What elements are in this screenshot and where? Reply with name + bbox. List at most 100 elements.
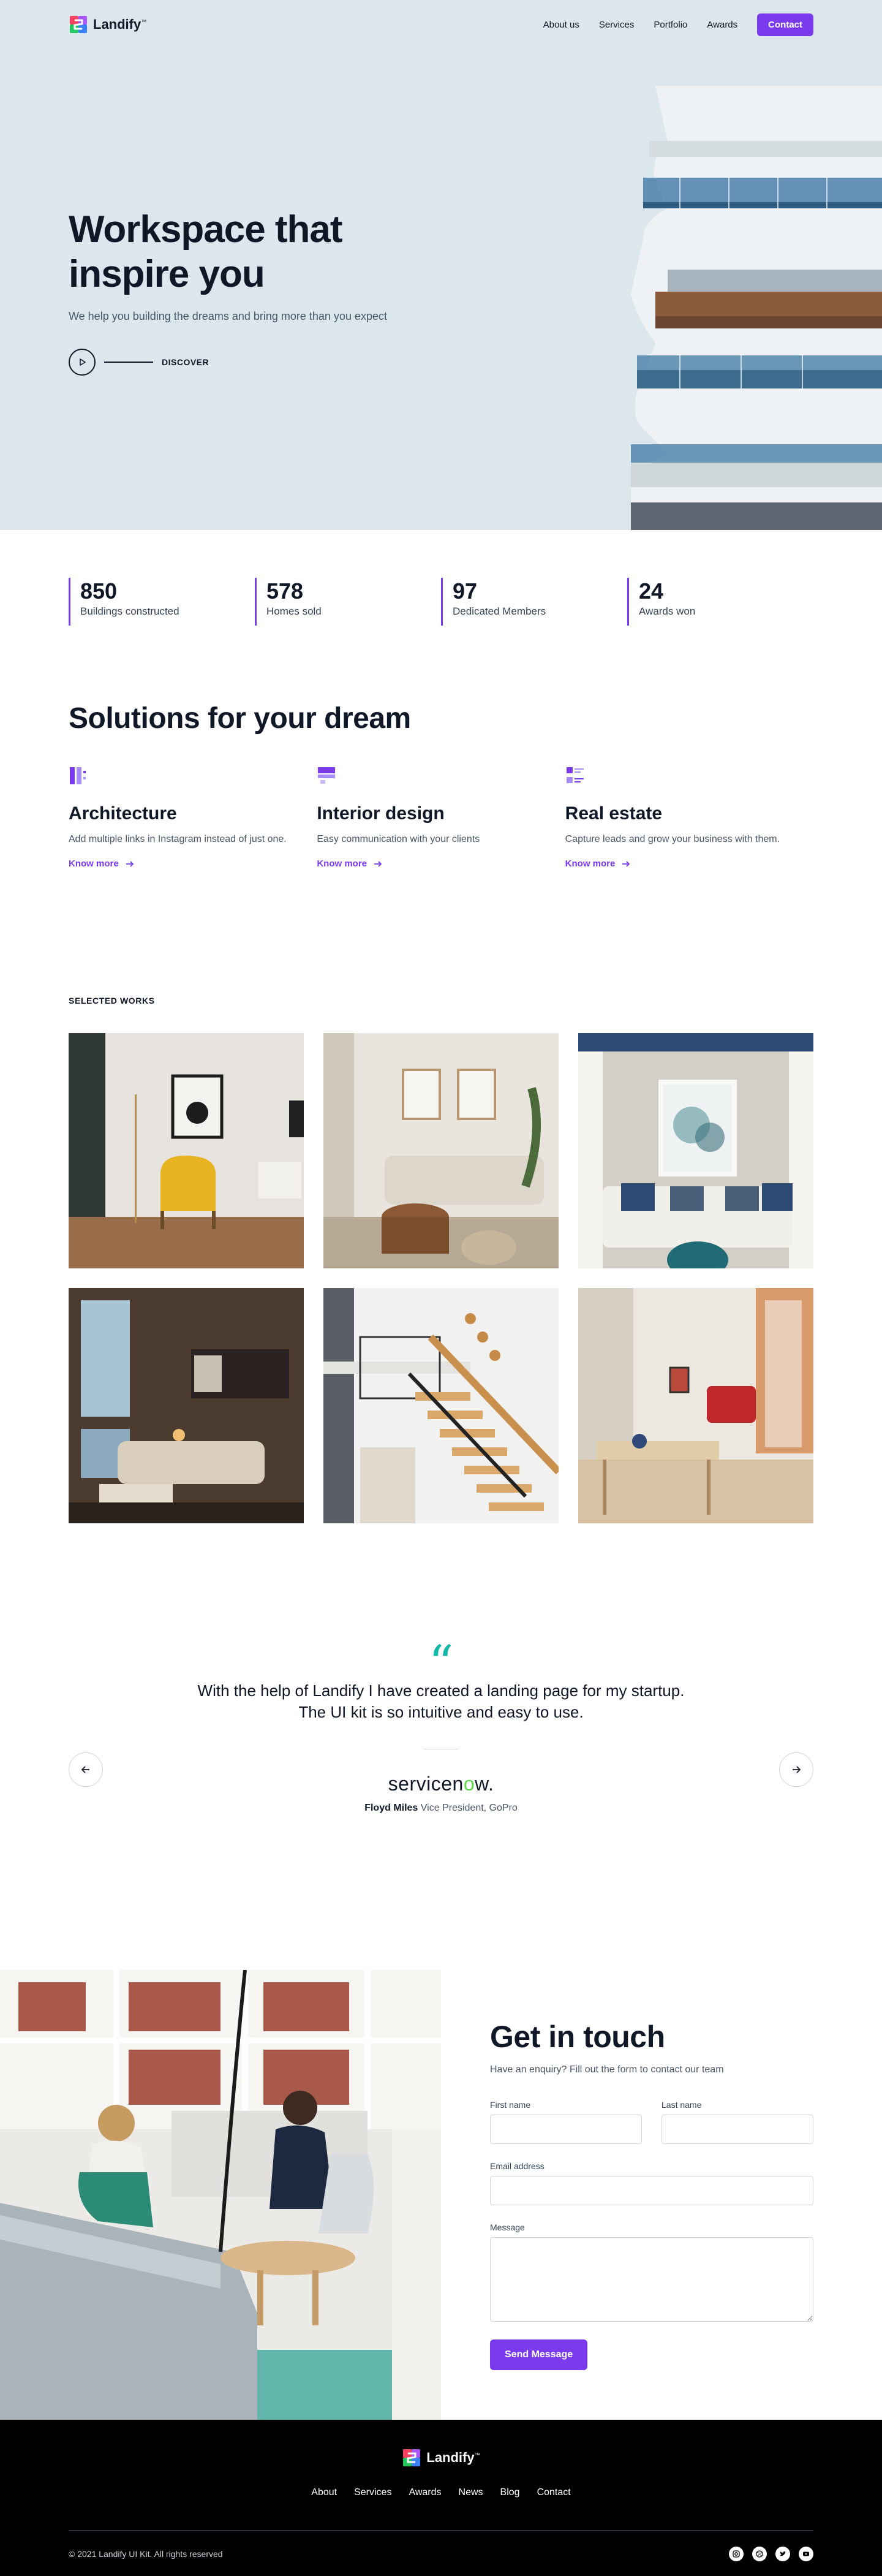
stat-value: 97 bbox=[453, 578, 478, 604]
main-nav: About us Services Portfolio Awards Conta… bbox=[543, 13, 813, 36]
nav-services[interactable]: Services bbox=[599, 20, 635, 30]
arrow-left-icon bbox=[81, 1766, 89, 1773]
nav-about-us[interactable]: About us bbox=[543, 20, 579, 30]
hero-title: Workspace that inspire you bbox=[69, 208, 343, 296]
footer-link-awards[interactable]: Awards bbox=[409, 2487, 441, 2498]
author-role: Vice President, GoPro bbox=[420, 1803, 518, 1814]
dribbble-icon[interactable] bbox=[752, 2547, 767, 2561]
contact-subtitle: Have an enquiry? Fill out the form to co… bbox=[490, 2064, 724, 2075]
site-header: Landify™ About us Services Portfolio Awa… bbox=[0, 0, 882, 49]
landify-logo-icon bbox=[403, 2449, 421, 2466]
footer-brand-logo[interactable]: Landify™ bbox=[69, 2420, 813, 2468]
feature-interior-design: Interior design Easy communication with … bbox=[317, 766, 565, 869]
brand-logo[interactable]: Landify™ bbox=[69, 15, 146, 34]
footer-link-about[interactable]: About bbox=[311, 2487, 337, 2498]
stat-value: 578 bbox=[266, 578, 304, 604]
stat-label: Awards won bbox=[639, 605, 696, 618]
send-message-button[interactable]: Send Message bbox=[490, 2339, 588, 2370]
footer-link-services[interactable]: Services bbox=[354, 2487, 391, 2498]
stat-value: 24 bbox=[639, 578, 664, 604]
quote-icon: “ bbox=[428, 1635, 454, 1692]
stat-buildings: 850 Buildings constructed bbox=[69, 578, 255, 626]
twitter-icon[interactable] bbox=[775, 2547, 790, 2561]
nav-portfolio[interactable]: Portfolio bbox=[654, 20, 687, 30]
feature-desc: Capture leads and grow your business wit… bbox=[565, 834, 780, 844]
site-footer: Landify™ About Services Awards News Blog… bbox=[0, 2420, 882, 2576]
contact-title: Get in touch bbox=[490, 2020, 665, 2054]
discover-line bbox=[104, 362, 153, 363]
works-section: SELECTED WORKS bbox=[0, 996, 882, 1627]
stat-homes: 578 Homes sold bbox=[255, 578, 441, 626]
solutions-section: Solutions for your dream Architecture Ad… bbox=[0, 695, 882, 996]
work-blue-pillows-room[interactable] bbox=[578, 1033, 813, 1268]
footer-nav: About Services Awards News Blog Contact bbox=[69, 2487, 813, 2498]
instagram-icon[interactable] bbox=[729, 2547, 744, 2561]
email-label: Email address bbox=[490, 2161, 545, 2171]
author-name: Floyd Miles bbox=[364, 1803, 418, 1814]
feature-title: Real estate bbox=[565, 803, 663, 824]
arrow-right-icon bbox=[622, 860, 630, 867]
email-field: Email address bbox=[490, 2161, 813, 2205]
know-more-link[interactable]: Know more bbox=[317, 858, 565, 869]
arrow-right-icon bbox=[126, 860, 134, 867]
feature-real-estate: Real estate Capture leads and grow your … bbox=[565, 766, 813, 869]
last-name-field: Last name bbox=[662, 2100, 813, 2144]
hero-content: Workspace that inspire you We help you bu… bbox=[69, 207, 461, 376]
testimonial-author: Floyd Miles Vice President, GoPro bbox=[0, 1803, 882, 1814]
stat-value: 850 bbox=[80, 578, 118, 604]
contact-button[interactable]: Contact bbox=[757, 13, 813, 36]
work-wooden-staircase[interactable] bbox=[323, 1288, 559, 1523]
hero-section: Workspace that inspire you We help you bu… bbox=[0, 0, 882, 530]
youtube-icon[interactable] bbox=[799, 2547, 813, 2561]
next-testimonial-button[interactable] bbox=[779, 1752, 813, 1787]
discover-label[interactable]: DISCOVER bbox=[162, 357, 209, 367]
feature-desc: Add multiple links in Instagram instead … bbox=[69, 834, 287, 844]
stat-members: 97 Dedicated Members bbox=[441, 578, 627, 626]
last-name-label: Last name bbox=[662, 2100, 702, 2110]
play-icon[interactable] bbox=[69, 349, 96, 376]
copyright: © 2021 Landify UI Kit. All rights reserv… bbox=[69, 2549, 223, 2559]
discover-control[interactable]: DISCOVER bbox=[69, 349, 461, 376]
name-row: First name Last name bbox=[490, 2100, 813, 2144]
footer-bottom: © 2021 Landify UI Kit. All rights reserv… bbox=[69, 2547, 813, 2561]
feature-architecture: Architecture Add multiple links in Insta… bbox=[69, 766, 317, 869]
email-input[interactable] bbox=[490, 2176, 813, 2205]
works-grid bbox=[69, 1033, 813, 1523]
know-more-link[interactable]: Know more bbox=[565, 858, 813, 869]
message-textarea[interactable] bbox=[490, 2237, 813, 2322]
hero-subtitle: We help you building the dreams and brin… bbox=[69, 310, 387, 323]
footer-link-news[interactable]: News bbox=[459, 2487, 483, 2498]
footer-link-contact[interactable]: Contact bbox=[537, 2487, 571, 2498]
footer-divider bbox=[69, 2530, 813, 2531]
first-name-label: First name bbox=[490, 2100, 531, 2110]
first-name-input[interactable] bbox=[490, 2115, 642, 2144]
works-label: SELECTED WORKS bbox=[69, 996, 155, 1006]
feature-desc: Easy communication with your clients bbox=[317, 834, 480, 844]
columns-icon bbox=[70, 767, 86, 784]
work-loft-living-room[interactable] bbox=[69, 1288, 304, 1523]
know-more-link[interactable]: Know more bbox=[69, 858, 317, 869]
contact-form: Get in touch Have an enquiry? Fill out t… bbox=[441, 1970, 882, 2420]
last-name-input[interactable] bbox=[662, 2115, 813, 2144]
work-yellow-chair-room[interactable] bbox=[69, 1033, 304, 1268]
solutions-title: Solutions for your dream bbox=[69, 702, 411, 735]
previous-testimonial-button[interactable] bbox=[69, 1752, 103, 1787]
arrow-right-icon bbox=[793, 1766, 801, 1773]
testimonial-quote: With the help of Landify I have created … bbox=[197, 1681, 685, 1722]
stat-label: Homes sold bbox=[266, 605, 322, 618]
list-icon bbox=[566, 767, 584, 783]
nav-awards[interactable]: Awards bbox=[707, 20, 737, 30]
features-list: Architecture Add multiple links in Insta… bbox=[69, 766, 813, 869]
brand-name: Landify™ bbox=[93, 17, 147, 32]
building-image bbox=[631, 86, 882, 530]
work-red-chair-dining[interactable] bbox=[578, 1288, 813, 1523]
footer-link-blog[interactable]: Blog bbox=[500, 2487, 520, 2498]
message-label: Message bbox=[490, 2222, 525, 2232]
brand-name: Landify™ bbox=[426, 2450, 480, 2465]
company-logo: servicenow. bbox=[388, 1773, 494, 1795]
first-name-field: First name bbox=[490, 2100, 642, 2144]
stats-section: 850 Buildings constructed 578 Homes sold… bbox=[0, 530, 882, 695]
landify-logo-icon bbox=[70, 16, 87, 33]
work-beige-sofa-room[interactable] bbox=[323, 1033, 559, 1268]
stat-label: Dedicated Members bbox=[453, 605, 546, 618]
